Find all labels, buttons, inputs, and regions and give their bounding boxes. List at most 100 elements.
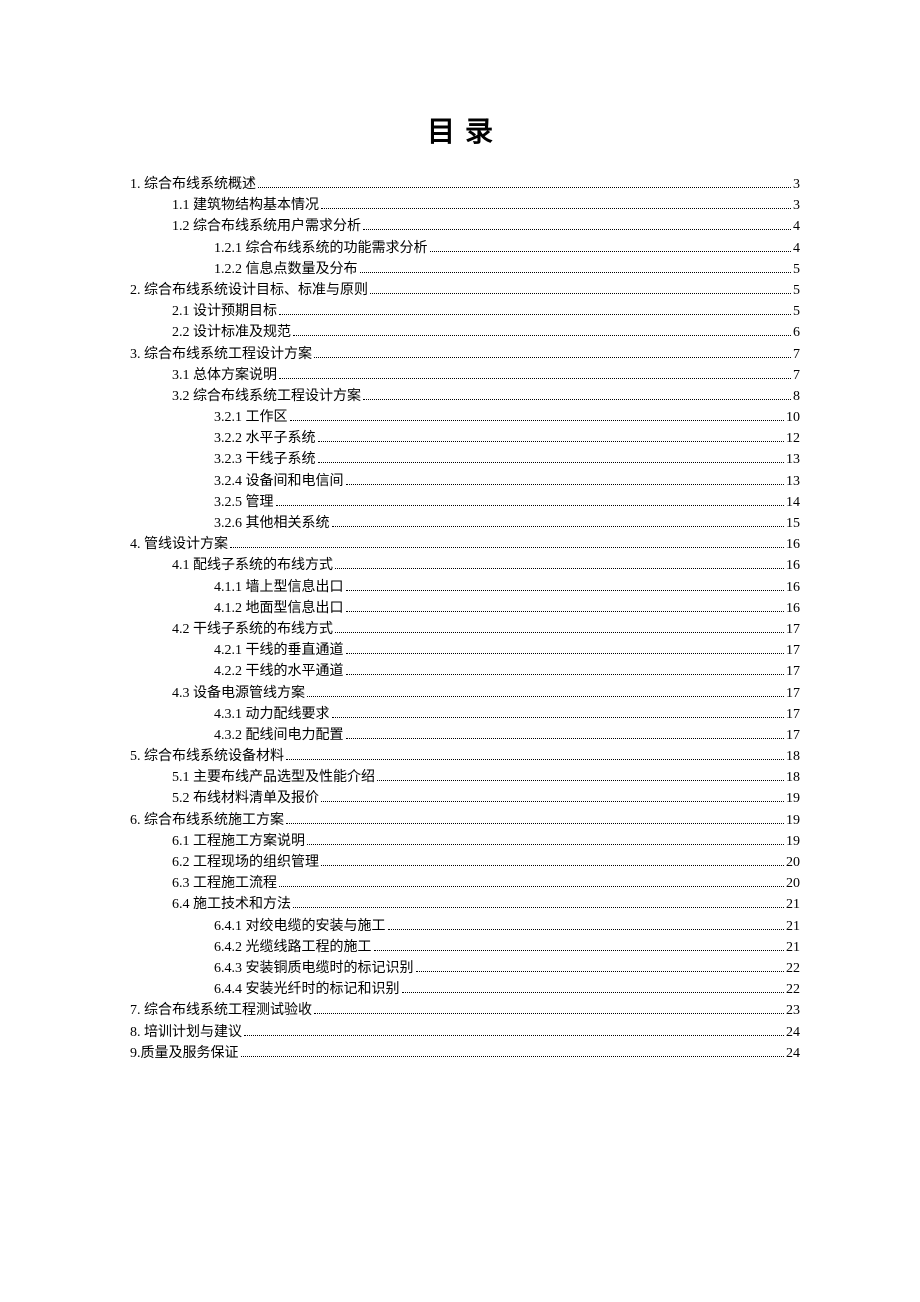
toc-entry[interactable]: 1. 综合布线系统概述3 (130, 178, 800, 192)
toc-entry-page: 4 (793, 220, 800, 234)
toc-entry[interactable]: 1.1 建筑物结构基本情况 3 (130, 199, 800, 213)
toc-entry-label: 3.2.4 设备间和电信间 (214, 475, 344, 489)
toc-leader-dots (332, 717, 785, 718)
toc-entry[interactable]: 9.质量及服务保证24 (130, 1047, 800, 1061)
toc-entry-label: 6.4 施工技术和方法 (172, 898, 291, 912)
toc-leader-dots (279, 314, 791, 315)
toc-entry-label: 6.4.3 安装铜质电缆时的标记识别 (214, 962, 414, 976)
toc-entry-label: 1.2 综合布线系统用户需求分析 (172, 220, 361, 234)
toc-leader-dots (402, 992, 785, 993)
toc-leader-dots (377, 780, 784, 781)
toc-entry-label: 1.2.2 信息点数量及分布 (214, 263, 358, 277)
toc-entry-page: 19 (786, 835, 800, 849)
toc-entry-label: 4.1.2 地面型信息出口 (214, 602, 344, 616)
toc-leader-dots (321, 865, 784, 866)
toc-entry[interactable]: 4.2.1 干线的垂直通道17 (130, 644, 800, 658)
toc-leader-dots (346, 611, 785, 612)
toc-entry[interactable]: 3. 综合布线系统工程设计方案 7 (130, 348, 800, 362)
toc-entry[interactable]: 6.3 工程施工流程20 (130, 877, 800, 891)
toc-entry[interactable]: 4.2 干线子系统的布线方式17 (130, 623, 800, 637)
toc-entry[interactable]: 1.2.1 综合布线系统的功能需求分析4 (130, 242, 800, 256)
toc-entry-page: 18 (786, 771, 800, 785)
toc-entry-page: 22 (786, 962, 800, 976)
toc-entry[interactable]: 4.3.2 配线间电力配置17 (130, 729, 800, 743)
toc-entry-label: 4.3.1 动力配线要求 (214, 708, 330, 722)
toc-entry[interactable]: 2. 综合布线系统设计目标、标准与原则5 (130, 284, 800, 298)
toc-entry-label: 3.2.5 管理 (214, 496, 274, 510)
toc-entry[interactable]: 4.1.2 地面型信息出口16 (130, 602, 800, 616)
toc-leader-dots (307, 696, 784, 697)
toc-leader-dots (416, 971, 785, 972)
toc-leader-dots (430, 251, 792, 252)
toc-entry-label: 3.1 总体方案说明 (172, 369, 277, 383)
toc-entry-label: 5. 综合布线系统设备材料 (130, 750, 284, 764)
toc-entry-page: 10 (786, 411, 800, 425)
toc-entry-page: 19 (786, 814, 800, 828)
toc-entry-page: 4 (793, 242, 800, 256)
toc-entry[interactable]: 6.2 工程现场的组织管理20 (130, 856, 800, 870)
toc-leader-dots (346, 590, 785, 591)
toc-entry[interactable]: 3.2.4 设备间和电信间 13 (130, 475, 800, 489)
toc-leader-dots (370, 293, 791, 294)
toc-leader-dots (318, 441, 785, 442)
toc-entry-page: 18 (786, 750, 800, 764)
toc-entry-label: 3.2.2 水平子系统 (214, 432, 316, 446)
toc-entry[interactable]: 5.1 主要布线产品选型及性能介绍18 (130, 771, 800, 785)
toc-entry[interactable]: 3.2.1 工作区10 (130, 411, 800, 425)
toc-entry-page: 22 (786, 983, 800, 997)
toc-entry[interactable]: 4.3 设备电源管线方案17 (130, 687, 800, 701)
toc-entry[interactable]: 4.1.1 墙上型信息出口16 (130, 581, 800, 595)
toc-entry[interactable]: 6.4.2 光缆线路工程的施工21 (130, 941, 800, 955)
toc-entry[interactable]: 8. 培训计划与建议24 (130, 1026, 800, 1040)
toc-entry[interactable]: 3.2.6 其他相关系统15 (130, 517, 800, 531)
toc-entry[interactable]: 1.2.2 信息点数量及分布5 (130, 263, 800, 277)
toc-entry[interactable]: 6.4.3 安装铜质电缆时的标记识别 22 (130, 962, 800, 976)
toc-entry[interactable]: 3.1 总体方案说明 7 (130, 369, 800, 383)
toc-entry-page: 13 (786, 475, 800, 489)
toc-leader-dots (258, 187, 791, 188)
toc-entry[interactable]: 3.2.3 干线子系统13 (130, 453, 800, 467)
toc-entry-label: 6.2 工程现场的组织管理 (172, 856, 319, 870)
toc-entry-label: 1.1 建筑物结构基本情况 (172, 199, 319, 213)
toc-entry-page: 5 (793, 284, 800, 298)
toc-entry-page: 17 (786, 729, 800, 743)
toc-entry[interactable]: 4. 管线设计方案16 (130, 538, 800, 552)
toc-entry[interactable]: 4.1 配线子系统的布线方式16 (130, 559, 800, 573)
toc-entry-label: 4.2.1 干线的垂直通道 (214, 644, 344, 658)
toc-entry-label: 4. 管线设计方案 (130, 538, 228, 552)
toc-entry-label: 4.3 设备电源管线方案 (172, 687, 305, 701)
toc-entry[interactable]: 6.4 施工技术和方法21 (130, 898, 800, 912)
toc-entry[interactable]: 3.2.2 水平子系统12 (130, 432, 800, 446)
toc-entry[interactable]: 7. 综合布线系统工程测试验收23 (130, 1004, 800, 1018)
toc-leader-dots (290, 420, 785, 421)
toc-entry[interactable]: 3.2 综合布线系统工程设计方案8 (130, 390, 800, 404)
toc-entry-label: 6.4.2 光缆线路工程的施工 (214, 941, 372, 955)
toc-leader-dots (346, 484, 785, 485)
toc-entry[interactable]: 2.2 设计标准及规范6 (130, 326, 800, 340)
toc-entry[interactable]: 2.1 设计预期目标5 (130, 305, 800, 319)
toc-entry[interactable]: 6.4.1 对绞电缆的安装与施工21 (130, 920, 800, 934)
toc-leader-dots (286, 823, 784, 824)
toc-entry[interactable]: 6. 综合布线系统施工方案19 (130, 814, 800, 828)
toc-entry-page: 16 (786, 559, 800, 573)
toc-entry[interactable]: 6.4.4 安装光纤时的标记和识别22 (130, 983, 800, 997)
toc-entry-page: 13 (786, 453, 800, 467)
toc-entry-label: 3. 综合布线系统工程设计方案 (130, 348, 312, 362)
toc-leader-dots (388, 929, 785, 930)
toc-entry-page: 7 (793, 348, 800, 362)
toc-leader-dots (307, 844, 784, 845)
toc-leader-dots (241, 1056, 785, 1057)
toc-leader-dots (360, 272, 792, 273)
toc-leader-dots (314, 357, 791, 358)
toc-entry[interactable]: 3.2.5 管理14 (130, 496, 800, 510)
toc-entry[interactable]: 6.1 工程施工方案说明19 (130, 835, 800, 849)
toc-entry-label: 3.2 综合布线系统工程设计方案 (172, 390, 361, 404)
toc-leader-dots (346, 738, 785, 739)
toc-entry[interactable]: 5. 综合布线系统设备材料 18 (130, 750, 800, 764)
toc-entry-page: 7 (793, 369, 800, 383)
toc-entry[interactable]: 5.2 布线材料清单及报价19 (130, 792, 800, 806)
toc-entry[interactable]: 4.3.1 动力配线要求17 (130, 708, 800, 722)
toc-entry[interactable]: 4.2.2 干线的水平通道17 (130, 665, 800, 679)
toc-entry[interactable]: 1.2 综合布线系统用户需求分析 4 (130, 220, 800, 234)
toc-entry-page: 3 (793, 199, 800, 213)
